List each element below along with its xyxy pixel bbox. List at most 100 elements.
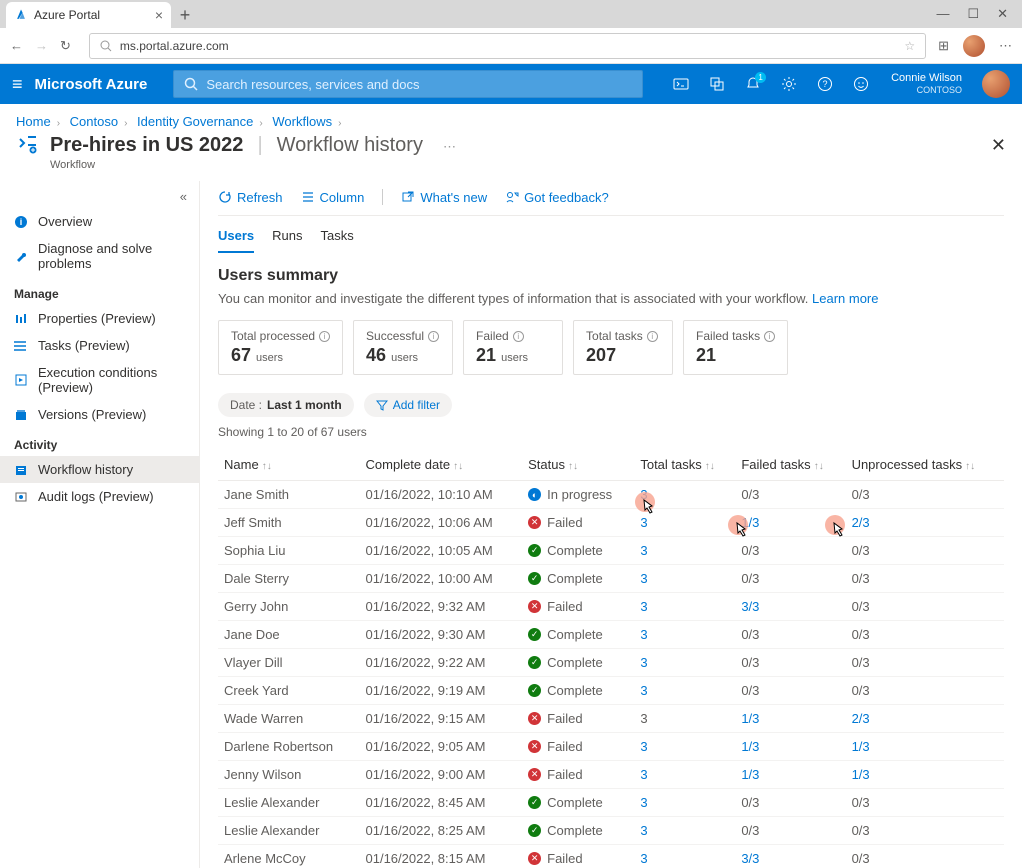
cell-unprocessed[interactable]: 1/3 [846,761,1004,789]
url-input[interactable]: ms.portal.azure.com ☆ [89,33,926,59]
table-row[interactable]: Leslie Alexander 01/16/2022, 8:45 AM ✓Co… [218,789,1004,817]
column-header[interactable]: Name↑↓ [218,449,360,481]
table-row[interactable]: Gerry John 01/16/2022, 9:32 AM ✕Failed 3… [218,593,1004,621]
table-row[interactable]: Dale Sterry 01/16/2022, 10:00 AM ✓Comple… [218,565,1004,593]
feedback-button[interactable]: Got feedback? [505,189,609,205]
sidebar-item-properties[interactable]: Properties (Preview) [0,305,199,332]
column-header[interactable]: Failed tasks↑↓ [735,449,845,481]
cell-failed[interactable]: 1/3 [735,705,845,733]
settings-icon[interactable] [781,76,797,92]
cell-failed[interactable]: 3/3 [735,593,845,621]
user-info[interactable]: Connie Wilson CONTOSO [891,72,962,96]
info-icon[interactable]: i [428,331,439,342]
table-row[interactable]: Creek Yard 01/16/2022, 9:19 AM ✓Complete… [218,677,1004,705]
table-row[interactable]: Sophia Liu 01/16/2022, 10:05 AM ✓Complet… [218,537,1004,565]
cell-failed[interactable]: 3/3 [735,845,845,868]
breadcrumb-item[interactable]: Identity Governance [137,114,253,129]
cloud-shell-icon[interactable] [673,76,689,92]
table-row[interactable]: Darlene Robertson 01/16/2022, 9:05 AM ✕F… [218,733,1004,761]
minimize-icon[interactable]: — [936,6,949,22]
brand-label[interactable]: Microsoft Azure [35,76,148,93]
more-icon[interactable]: ⋯ [999,38,1012,54]
table-row[interactable]: Jeff Smith 01/16/2022, 10:06 AM ✕Failed … [218,509,1004,537]
cell-total[interactable]: 3 [634,509,735,537]
column-header[interactable]: Complete date↑↓ [360,449,523,481]
cell-total[interactable]: 3 [634,537,735,565]
sidebar-item-execution[interactable]: Execution conditions (Preview) [0,359,199,401]
tab-tasks[interactable]: Tasks [321,224,354,253]
sidebar-item-overview[interactable]: i Overview [0,208,199,235]
breadcrumb-item[interactable]: Workflows [272,114,332,129]
close-tab-icon[interactable]: × [155,7,163,23]
learn-more-link[interactable]: Learn more [812,291,878,306]
cell-unprocessed[interactable]: 2/3 [846,705,1004,733]
cell-total[interactable]: 3 [634,761,735,789]
more-options-icon[interactable]: ⋯ [443,139,456,155]
info-icon[interactable]: i [319,331,330,342]
table-row[interactable]: Wade Warren 01/16/2022, 9:15 AM ✕Failed … [218,705,1004,733]
maximize-icon[interactable]: ☐ [967,6,979,22]
sidebar-item-audit[interactable]: Audit logs (Preview) [0,483,199,510]
tab-runs[interactable]: Runs [272,224,302,253]
column-header[interactable]: Unprocessed tasks↑↓ [846,449,1004,481]
user-avatar[interactable] [982,70,1010,98]
info-icon[interactable]: i [513,331,524,342]
cell-total[interactable]: 3 [634,593,735,621]
table-row[interactable]: Jane Smith 01/16/2022, 10:10 AM ◐In prog… [218,481,1004,509]
back-icon[interactable]: ← [10,38,23,54]
profile-avatar[interactable] [963,35,985,57]
table-row[interactable]: Jane Doe 01/16/2022, 9:30 AM ✓Complete 3… [218,621,1004,649]
favorite-icon[interactable]: ☆ [904,39,915,53]
browser-tab[interactable]: Azure Portal × [6,2,171,28]
table-row[interactable]: Arlene McCoy 01/16/2022, 8:15 AM ✕Failed… [218,845,1004,868]
whatsnew-button[interactable]: What's new [401,189,487,205]
tab-users[interactable]: Users [218,224,254,253]
date-filter-pill[interactable]: Date : Last 1 month [218,393,354,417]
column-header[interactable]: Total tasks↑↓ [634,449,735,481]
new-tab-button[interactable]: + [171,2,199,28]
hamburger-icon[interactable]: ≡ [12,74,23,95]
cell-total[interactable]: 3 [634,565,735,593]
breadcrumb-item[interactable]: Contoso [70,114,118,129]
sidebar-item-versions[interactable]: Versions (Preview) [0,401,199,428]
cell-failed[interactable]: 1/3 [735,761,845,789]
cell-unprocessed[interactable]: 2/3 [846,509,1004,537]
cell-unprocessed[interactable]: 1/3 [846,733,1004,761]
table-row[interactable]: Vlayer Dill 01/16/2022, 9:22 AM ✓Complet… [218,649,1004,677]
cell-total[interactable]: 3 [634,481,735,509]
cell-total[interactable]: 3 [634,677,735,705]
table-row[interactable]: Jenny Wilson 01/16/2022, 9:00 AM ✕Failed… [218,761,1004,789]
refresh-icon[interactable]: ↻ [60,38,71,54]
close-blade-icon[interactable]: ✕ [991,135,1006,156]
collections-icon[interactable]: ⊞ [938,38,949,54]
info-icon[interactable]: i [764,331,775,342]
cell-failed[interactable]: 1/3 [735,733,845,761]
cell-total[interactable]: 3 [634,733,735,761]
collapse-sidebar-icon[interactable]: « [0,185,199,208]
forward-icon[interactable]: → [35,38,48,54]
notifications-icon[interactable]: 1 [745,76,761,92]
column-button[interactable]: Column [301,189,365,205]
sidebar-item-workflow-history[interactable]: Workflow history [0,456,199,483]
close-window-icon[interactable]: ✕ [997,6,1008,22]
sidebar-item-diagnose[interactable]: Diagnose and solve problems [0,235,199,277]
cell-total[interactable]: 3 [634,621,735,649]
directory-icon[interactable] [709,76,725,92]
cell-failed[interactable]: 1/3 [735,509,845,537]
info-icon[interactable]: i [647,331,658,342]
column-header[interactable]: Status↑↓ [522,449,634,481]
refresh-button[interactable]: Refresh [218,189,283,205]
cell-total[interactable]: 3 [634,649,735,677]
execution-icon [14,373,28,387]
add-filter-button[interactable]: Add filter [364,393,452,417]
sidebar-item-tasks[interactable]: Tasks (Preview) [0,332,199,359]
cell-total[interactable]: 3 [634,845,735,868]
cell-total[interactable]: 3 [634,789,735,817]
help-icon[interactable]: ? [817,76,833,92]
global-search-input[interactable]: Search resources, services and docs [173,70,643,98]
feedback-icon[interactable] [853,76,869,92]
breadcrumb-item[interactable]: Home [16,114,51,129]
table-row[interactable]: Leslie Alexander 01/16/2022, 8:25 AM ✓Co… [218,817,1004,845]
cell-name: Darlene Robertson [218,733,360,761]
cell-total[interactable]: 3 [634,817,735,845]
